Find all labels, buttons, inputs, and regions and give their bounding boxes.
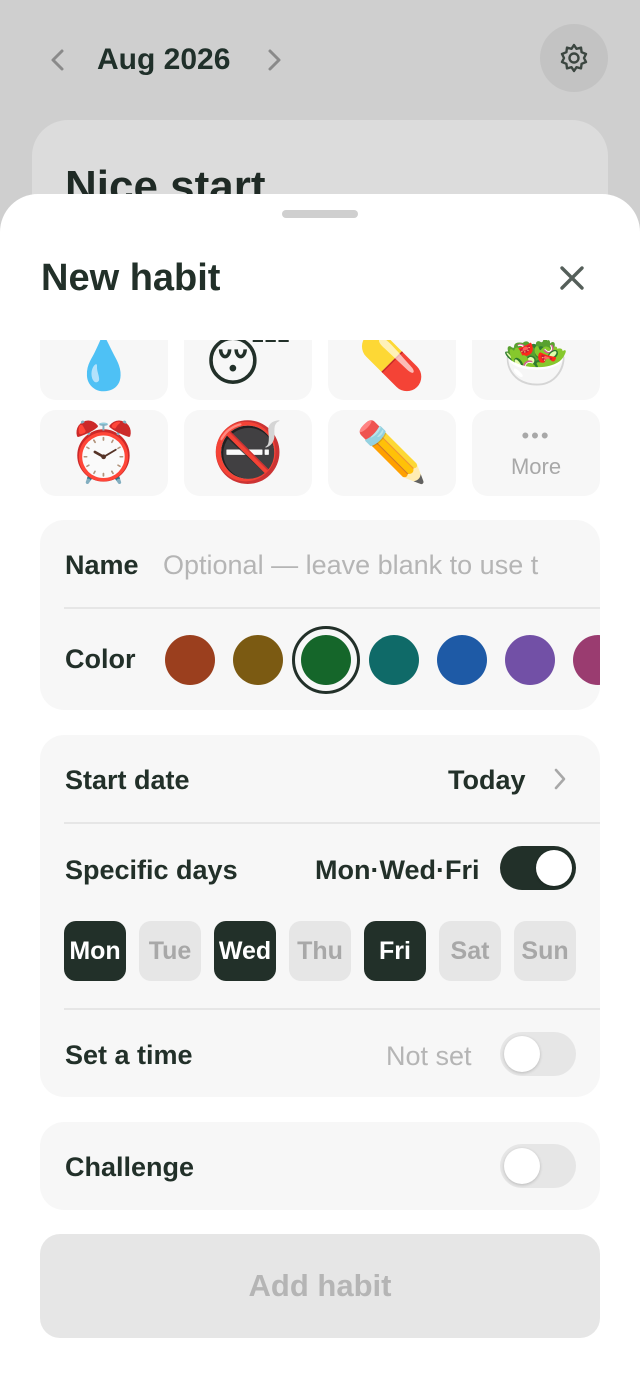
toggle-knob <box>536 850 572 886</box>
day-toggle-tue[interactable]: Tue <box>139 921 201 981</box>
settings-button[interactable] <box>540 24 608 92</box>
salad-icon: 🥗 <box>502 340 570 392</box>
close-icon <box>560 266 584 290</box>
pencil-icon: ✏️ <box>355 420 429 485</box>
new-habit-sheet: New habit 💧 😴 💊 🥗 ⏰ 🚭 ✏️ ••• More Name O… <box>0 194 640 1386</box>
icon-option-alarm[interactable]: ⏰ <box>40 410 168 496</box>
color-swatch[interactable] <box>369 635 419 685</box>
icon-option-salad[interactable]: 🥗 <box>472 340 600 400</box>
icon-option-pencil[interactable]: ✏️ <box>328 410 456 496</box>
no-smoking-icon: 🚭 <box>211 420 285 485</box>
color-swatch[interactable] <box>233 635 283 685</box>
droplet-icon: 💧 <box>72 340 136 392</box>
name-input[interactable]: Optional — leave blank to use t <box>163 550 578 581</box>
name-label: Name <box>65 550 139 580</box>
chevron-left-icon <box>51 49 64 71</box>
day-toggle-mon[interactable]: Mon <box>64 921 126 981</box>
start-date-label: Start date <box>65 765 190 795</box>
sleeping-face-icon: 😴 <box>204 340 292 392</box>
divider <box>64 607 600 609</box>
sheet-title: New habit <box>41 257 221 299</box>
start-date-value: Today <box>448 765 526 795</box>
name-color-card: Name Optional — leave blank to use t Col… <box>40 520 600 710</box>
toggle-knob <box>504 1148 540 1184</box>
time-value: Not set <box>386 1041 472 1071</box>
specific-days-label: Specific days <box>65 855 238 885</box>
sheet-grabber[interactable] <box>282 210 358 218</box>
background-header: Aug 2026 <box>0 0 640 120</box>
day-toggle-thu[interactable]: Thu <box>289 921 351 981</box>
color-swatch[interactable] <box>437 635 487 685</box>
day-toggle-wed[interactable]: Wed <box>214 921 276 981</box>
color-label: Color <box>65 644 136 674</box>
month-title: Aug 2026 <box>97 43 231 76</box>
color-swatch[interactable] <box>505 635 555 685</box>
specific-days-toggle[interactable] <box>500 846 576 890</box>
add-habit-button[interactable]: Add habit <box>40 1234 600 1338</box>
icon-picker-grid: 💧 😴 💊 🥗 ⏰ 🚭 ✏️ ••• More <box>40 340 600 496</box>
chevron-right-icon <box>268 49 281 71</box>
pill-icon: 💊 <box>358 340 426 392</box>
challenge-card: Challenge <box>40 1122 600 1210</box>
set-time-toggle[interactable] <box>500 1032 576 1076</box>
more-label: More <box>510 454 562 479</box>
alarm-clock-icon: ⏰ <box>67 420 141 485</box>
close-button[interactable] <box>552 258 592 298</box>
divider <box>64 822 600 824</box>
divider <box>64 1008 600 1010</box>
day-toggle-fri[interactable]: Fri <box>364 921 426 981</box>
challenge-toggle[interactable] <box>500 1144 576 1188</box>
color-swatch[interactable] <box>573 635 600 685</box>
set-time-label: Set a time <box>65 1040 193 1070</box>
next-month-button[interactable] <box>254 40 294 80</box>
chevron-right-icon <box>554 768 566 790</box>
icon-option-sleep[interactable]: 😴 <box>184 340 312 400</box>
specific-days-summary: Mon·Wed·Fri <box>315 855 480 885</box>
day-toggle-sat[interactable]: Sat <box>439 921 501 981</box>
icon-option-pill[interactable]: 💊 <box>328 340 456 400</box>
icon-option-droplet[interactable]: 💧 <box>40 340 168 400</box>
color-swatch[interactable] <box>301 635 351 685</box>
color-swatch[interactable] <box>165 635 215 685</box>
challenge-label: Challenge <box>65 1152 195 1182</box>
previous-month-button[interactable] <box>38 40 78 80</box>
more-icons-button[interactable]: ••• More <box>472 410 600 496</box>
icon-option-no-smoking[interactable]: 🚭 <box>184 410 312 496</box>
day-toggle-sun[interactable]: Sun <box>514 921 576 981</box>
more-dots-icon: ••• <box>521 423 551 448</box>
gear-icon <box>560 43 588 73</box>
toggle-knob <box>504 1036 540 1072</box>
schedule-card: Start date Today Specific days Mon·Wed·F… <box>40 735 600 1097</box>
